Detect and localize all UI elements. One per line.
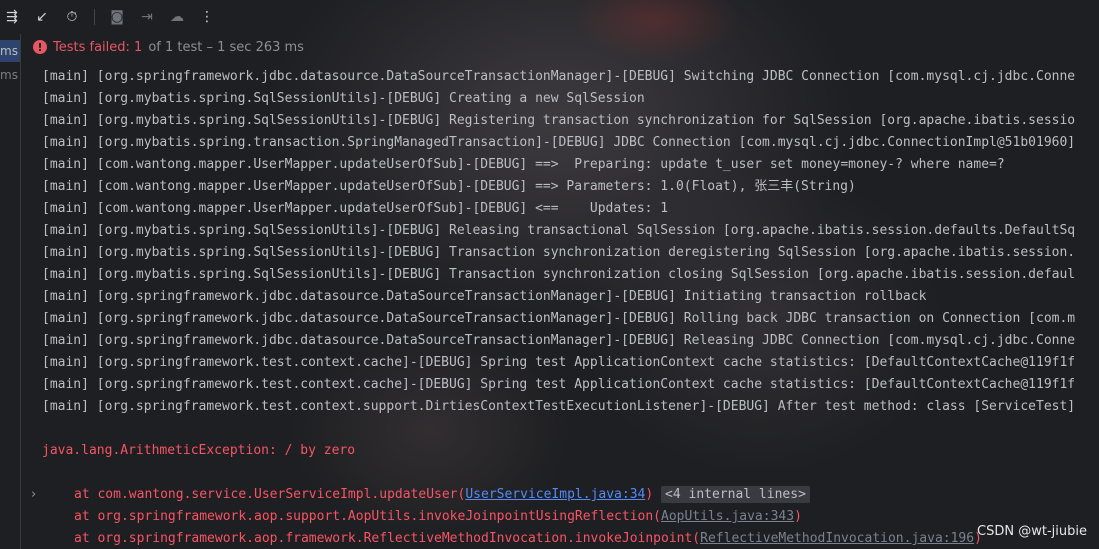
test-tree-item[interactable]: ms [0, 40, 20, 62]
log-line: [main] [com.wantong.mapper.UserMapper.up… [42, 179, 856, 194]
log-line: [main] [org.mybatis.spring.SqlSessionUti… [42, 223, 1076, 238]
tests-failed-label: Tests failed: 1 [53, 39, 143, 55]
stack-frame: at com.wantong.service.UserServiceImpl.u… [74, 484, 810, 506]
test-tree-item[interactable]: ms [0, 64, 20, 86]
log-line: [main] [org.mybatis.spring.SqlSessionUti… [42, 245, 1076, 260]
log-line: [main] [org.mybatis.spring.SqlSessionUti… [42, 267, 1076, 282]
stack-frame-text: at org.springframework.aop.support.AopUt… [74, 509, 661, 524]
expand-chevron-icon[interactable]: › [31, 487, 36, 502]
stack-frame-close: ) [645, 487, 654, 502]
stack-frame-close: ) [794, 509, 802, 524]
toolbar-divider [94, 9, 95, 25]
log-line: [main] [org.springframework.jdbc.datasou… [42, 311, 1076, 326]
log-line: [main] [com.wantong.mapper.UserMapper.up… [42, 157, 1005, 172]
tests-summary: of 1 test – 1 sec 263 ms [148, 39, 304, 55]
exception-message: java.lang.ArithmeticException: / by zero [42, 443, 356, 458]
cloud-icon[interactable]: ☁ [167, 7, 187, 27]
run-toolbar: ⇶ ↙ ⏱ ◙ ⇥ ☁ ⋮ [0, 0, 1099, 34]
stack-frame-text: at com.wantong.service.UserServiceImpl.u… [74, 487, 466, 502]
log-line: [main] [org.springframework.test.context… [42, 399, 1076, 414]
log-line: [main] [org.springframework.jdbc.datasou… [42, 333, 1076, 348]
export-icon[interactable]: ⇥ [137, 7, 157, 27]
log-line: [main] [org.mybatis.spring.transaction.S… [42, 135, 1076, 150]
source-link[interactable]: UserServiceImpl.java:34 [465, 487, 645, 502]
test-tree-panel: ms ms [0, 34, 21, 549]
source-link[interactable]: AopUtils.java:343 [661, 509, 794, 524]
filter-lines-icon[interactable]: ⇶ [2, 7, 22, 27]
import-icon[interactable]: ↙ [32, 7, 52, 27]
stack-frame: at org.springframework.aop.framework.Ref… [74, 528, 982, 549]
log-line: [main] [org.springframework.test.context… [42, 377, 1076, 392]
internal-lines-toggle[interactable]: <4 internal lines> [661, 486, 810, 503]
log-line: [main] [org.springframework.jdbc.datasou… [42, 289, 927, 304]
history-icon[interactable]: ⏱ [62, 7, 82, 27]
log-line: [main] [org.mybatis.spring.SqlSessionUti… [42, 113, 1076, 128]
stack-frame-text: at org.springframework.aop.framework.Ref… [74, 531, 701, 546]
log-line: [main] [com.wantong.mapper.UserMapper.up… [42, 201, 669, 216]
console-output[interactable]: [main] [org.springframework.jdbc.datasou… [21, 66, 1099, 549]
log-line: [main] [org.springframework.test.context… [42, 355, 1076, 370]
stack-frame: at org.springframework.aop.support.AopUt… [74, 506, 802, 528]
camera-icon[interactable]: ◙ [107, 7, 127, 27]
more-icon[interactable]: ⋮ [197, 7, 217, 27]
error-icon: ! [33, 40, 47, 54]
test-status-bar: ! Tests failed: 1 of 1 test – 1 sec 263 … [21, 36, 304, 58]
source-link[interactable]: ReflectiveMethodInvocation.java:196 [700, 531, 974, 546]
watermark: CSDN @wt-jiubie [977, 524, 1087, 539]
log-line: [main] [org.springframework.jdbc.datasou… [42, 69, 1076, 84]
log-line: [main] [org.mybatis.spring.SqlSessionUti… [42, 91, 645, 106]
